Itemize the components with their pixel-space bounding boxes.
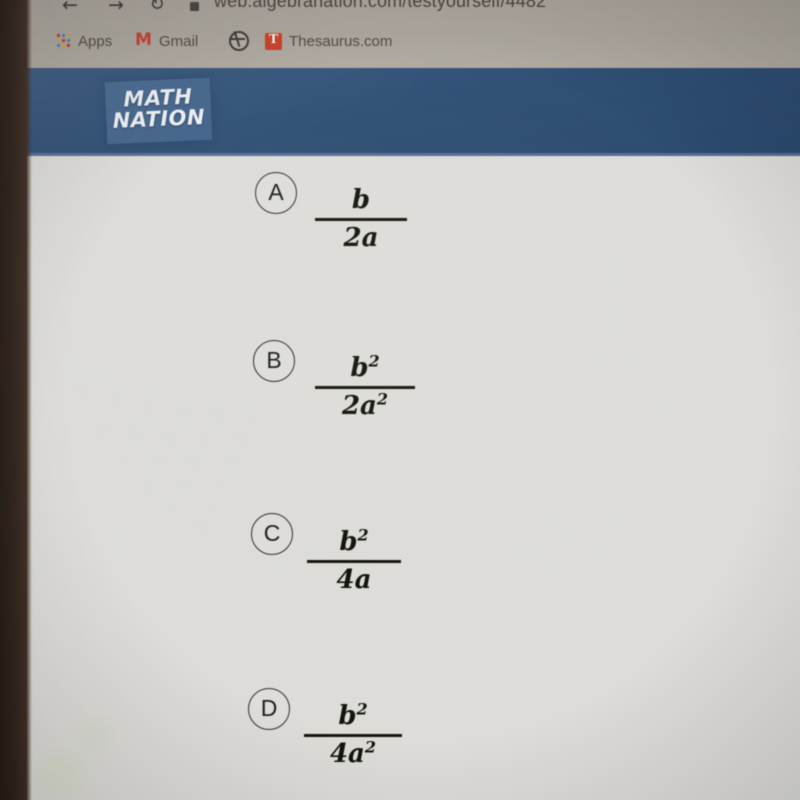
bookmarks-bar: Apps M Gmail T Thesaurus.com [27,26,800,62]
option-c-numerator: b2 [339,525,369,557]
option-a-fraction-bar [315,218,407,221]
screen-area: ← → ↻ web.algebranation.com/testyourself… [27,0,800,800]
bookmark-apps-label: Apps [78,32,113,50]
option-letter-a[interactable]: A [255,172,297,214]
answer-option-a[interactable]: A b 2a [27,156,800,326]
forward-arrow-icon[interactable]: → [103,0,129,18]
bookmark-gmail-label: Gmail [159,32,199,50]
option-letter-d[interactable]: D [248,688,290,730]
reload-icon[interactable]: ↻ [144,0,170,18]
option-c-fraction-bar [307,560,401,563]
address-bar-url[interactable]: web.algebranation.com/testyourself/4482 [214,0,546,12]
answer-option-c[interactable]: C b2 4a [27,496,800,670]
monitor-bezel-edge-shadow [27,0,32,800]
answer-option-d[interactable]: D b2 4a2 [27,670,800,800]
option-b-denominator: 2a2 [341,388,389,421]
page-info-icon[interactable] [190,2,199,11]
option-letter-b[interactable]: B [253,340,295,382]
option-b-numerator: b2 [350,351,380,383]
option-b-fraction-bar [315,386,415,389]
option-d-fraction-bar [304,734,402,737]
option-a-fraction: b 2a [315,185,407,253]
option-a-denominator: 2a [343,222,379,253]
thesaurus-icon-letter: T [268,31,279,47]
bookmark-thesaurus-label: Thesaurus.com [289,32,393,50]
option-c-denominator: 4a [336,564,372,595]
gmail-icon: M [135,30,152,50]
answer-option-b[interactable]: B b2 2a2 [27,326,800,496]
option-b-fraction: b2 2a2 [315,351,415,421]
photographed-monitor-scene: ← → ↻ web.algebranation.com/testyourself… [0,0,800,800]
answer-options-list: A b 2a B b2 2a2 C b2 4a D b2 4a2 [27,156,800,800]
bookmark-thesaurus[interactable]: T Thesaurus.com [265,26,392,56]
option-d-fraction: b2 4a2 [304,699,402,769]
site-header-banner: MATH NATION [27,68,800,156]
monitor-bezel-left [0,0,27,800]
option-letter-c[interactable]: C [251,513,293,555]
logo-line-nation: NATION [112,104,206,133]
back-arrow-icon[interactable]: ← [57,0,83,18]
apps-grid-icon [57,34,71,48]
bookmark-gmail[interactable]: M Gmail [135,26,198,56]
globe-icon [229,31,249,51]
thesaurus-icon: T [265,31,282,50]
math-nation-logo[interactable]: MATH NATION [104,77,213,145]
browser-chrome: ← → ↻ web.algebranation.com/testyourself… [27,0,800,68]
option-d-numerator: b2 [338,699,368,731]
option-d-denominator: 4a2 [329,736,377,769]
option-c-fraction: b2 4a [307,525,401,595]
bookmark-apps[interactable]: Apps [57,26,112,56]
bookmark-globe[interactable] [229,26,249,56]
option-a-numerator: b [351,185,371,215]
